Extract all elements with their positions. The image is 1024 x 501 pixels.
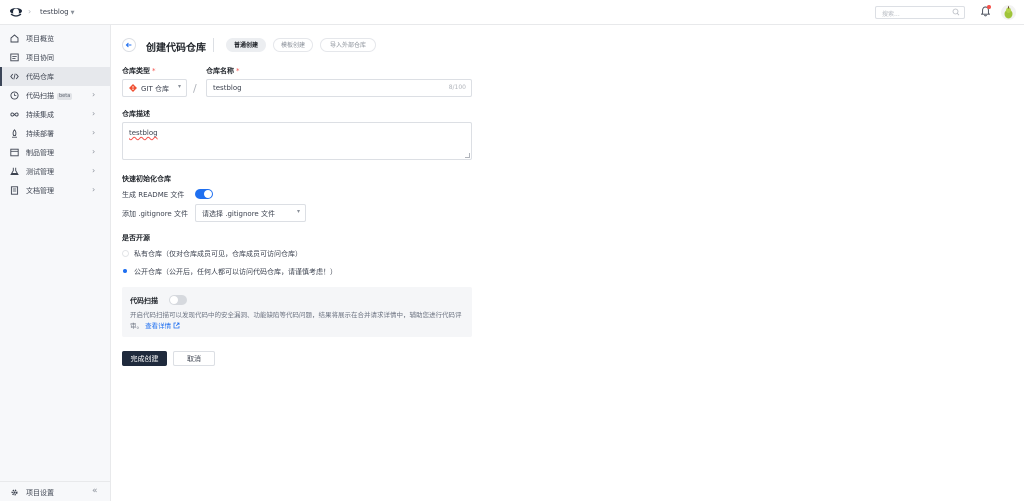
sidebar-item-label: 持续部署 [26, 130, 54, 138]
notification-dot [987, 5, 991, 9]
chevron-right-icon: › [92, 166, 96, 175]
board-icon [10, 53, 19, 62]
toggle-knob [204, 190, 212, 198]
view-details-link[interactable]: 查看详情 [145, 322, 180, 330]
sidebar-item-label: 项目概览 [26, 35, 54, 43]
sidebar-item-code-repo[interactable]: 代码仓库 [0, 67, 110, 86]
sidebar-item-code-scan[interactable]: 代码扫描 beta › [0, 86, 110, 105]
beta-badge: beta [57, 93, 73, 100]
sidebar-item-collaboration[interactable]: 项目协同 [0, 48, 110, 67]
gitignore-label: 添加 .gitignore 文件 [122, 210, 188, 218]
title-divider [213, 38, 214, 52]
sidebar-settings[interactable]: 项目设置 « [0, 481, 110, 501]
public-radio[interactable] [122, 268, 129, 275]
notification-button[interactable] [980, 5, 991, 19]
sidebar-item-label: 持续集成 [26, 111, 54, 119]
avatar-pear-icon [1004, 6, 1013, 19]
desc-label: 仓库描述 [122, 110, 150, 118]
package-icon [10, 148, 19, 157]
arrow-left-icon [125, 42, 132, 48]
tab-normal-create[interactable]: 普通创建 [226, 38, 266, 52]
chevron-down-icon: ▾ [296, 208, 300, 215]
collapse-sidebar-button[interactable]: « [92, 486, 98, 496]
code-scan-panel: 代码扫描 开启代码扫描可以发现代码中的安全漏洞、功能缺陷等代码问题，结果将展示在… [122, 287, 472, 337]
project-switcher[interactable]: testblog ▼ [40, 8, 74, 16]
infinity-icon [10, 112, 19, 117]
gear-icon [11, 489, 18, 496]
sidebar-item-label: 代码仓库 [26, 73, 54, 81]
breadcrumb-separator: › [28, 7, 32, 16]
public-radio-label[interactable]: 公开仓库（公开后，任何人都可以访问代码仓库，请谨慎考虑！） [134, 267, 337, 277]
user-avatar[interactable] [1001, 5, 1016, 20]
visibility-label: 是否开源 [122, 234, 150, 242]
repo-name-input[interactable]: testblog 8/100 [206, 79, 472, 97]
tab-template-create[interactable]: 模板创建 [273, 38, 313, 52]
page-title: 创建代码仓库 [146, 43, 206, 54]
repo-name-value: testblog [213, 84, 242, 92]
code-scan-toggle[interactable] [169, 295, 187, 305]
repo-name-label: 仓库名称 * [206, 67, 240, 75]
readme-label: 生成 README 文件 [122, 191, 185, 199]
search-icon [952, 8, 960, 16]
code-scan-title: 代码扫描 [130, 297, 158, 305]
document-icon [10, 186, 19, 195]
cancel-button[interactable]: 取消 [173, 351, 215, 366]
chevron-right-icon: › [92, 128, 96, 137]
field-separator: / [193, 82, 197, 95]
codeup-logo-icon[interactable] [9, 6, 23, 18]
sidebar: 项目概览 项目协同 代码仓库 代码扫描 beta › 持续集成 › 持续部署 › … [0, 25, 111, 501]
repo-type-label: 仓库类型 * [122, 67, 156, 75]
private-radio[interactable] [122, 250, 129, 257]
gitignore-select[interactable]: 请选择 .gitignore 文件 ▾ [195, 204, 306, 222]
sidebar-item-ci[interactable]: 持续集成 › [0, 105, 110, 124]
tab-import-external[interactable]: 导入外部仓库 [320, 38, 376, 52]
toggle-knob [170, 296, 178, 304]
submit-button[interactable]: 完成创建 [122, 351, 167, 366]
chevron-right-icon: › [92, 90, 96, 99]
gitignore-placeholder: 请选择 .gitignore 文件 [202, 210, 275, 218]
init-section-label: 快速初始化仓库 [122, 175, 171, 183]
sidebar-item-label: 代码扫描 beta [26, 92, 73, 100]
resize-handle[interactable] [465, 153, 470, 158]
chevron-right-icon: › [92, 185, 96, 194]
external-link-icon [173, 322, 180, 329]
sidebar-item-cd[interactable]: 持续部署 › [0, 124, 110, 143]
repo-type-value: GIT 仓库 [141, 85, 169, 93]
chevron-down-icon: ▾ [177, 83, 181, 90]
code-icon [10, 73, 19, 80]
chevron-down-icon: ▼ [70, 10, 75, 16]
sidebar-item-artifacts[interactable]: 制品管理 › [0, 143, 110, 162]
desc-value: testblog [129, 129, 158, 137]
sidebar-item-overview[interactable]: 项目概览 [0, 29, 110, 48]
desc-textarea[interactable]: testblog [122, 122, 472, 160]
private-radio-label[interactable]: 私有仓库（仅对仓库成员可见，仓库成员可访问仓库） [134, 249, 302, 259]
home-icon [10, 34, 19, 43]
repo-type-select[interactable]: GIT 仓库 ▾ [122, 79, 187, 97]
readme-toggle[interactable] [195, 189, 213, 199]
back-button[interactable] [122, 38, 136, 52]
sidebar-settings-label: 项目设置 [26, 489, 54, 497]
top-bar: › testblog ▼ 搜索... [0, 0, 1024, 25]
sidebar-item-testing[interactable]: 测试管理 › [0, 162, 110, 181]
project-name: testblog [40, 8, 69, 16]
sidebar-item-label: 测试管理 [26, 168, 54, 176]
char-counter: 8/100 [448, 84, 466, 91]
scan-icon [10, 91, 19, 100]
chevron-right-icon: › [92, 147, 96, 156]
sidebar-item-label: 文档管理 [26, 187, 54, 195]
sidebar-item-label: 制品管理 [26, 149, 54, 157]
git-icon [129, 84, 137, 92]
chevron-right-icon: › [92, 109, 96, 118]
rocket-icon [12, 129, 17, 138]
sidebar-item-docs[interactable]: 文档管理 › [0, 181, 110, 200]
search-input[interactable]: 搜索... [875, 6, 965, 19]
flask-icon [10, 167, 19, 176]
code-scan-description: 开启代码扫描可以发现代码中的安全漏洞、功能缺陷等代码问题，结果将展示在合并请求详… [130, 311, 462, 330]
sidebar-item-label: 项目协同 [26, 54, 54, 62]
search-placeholder: 搜索... [882, 11, 900, 18]
